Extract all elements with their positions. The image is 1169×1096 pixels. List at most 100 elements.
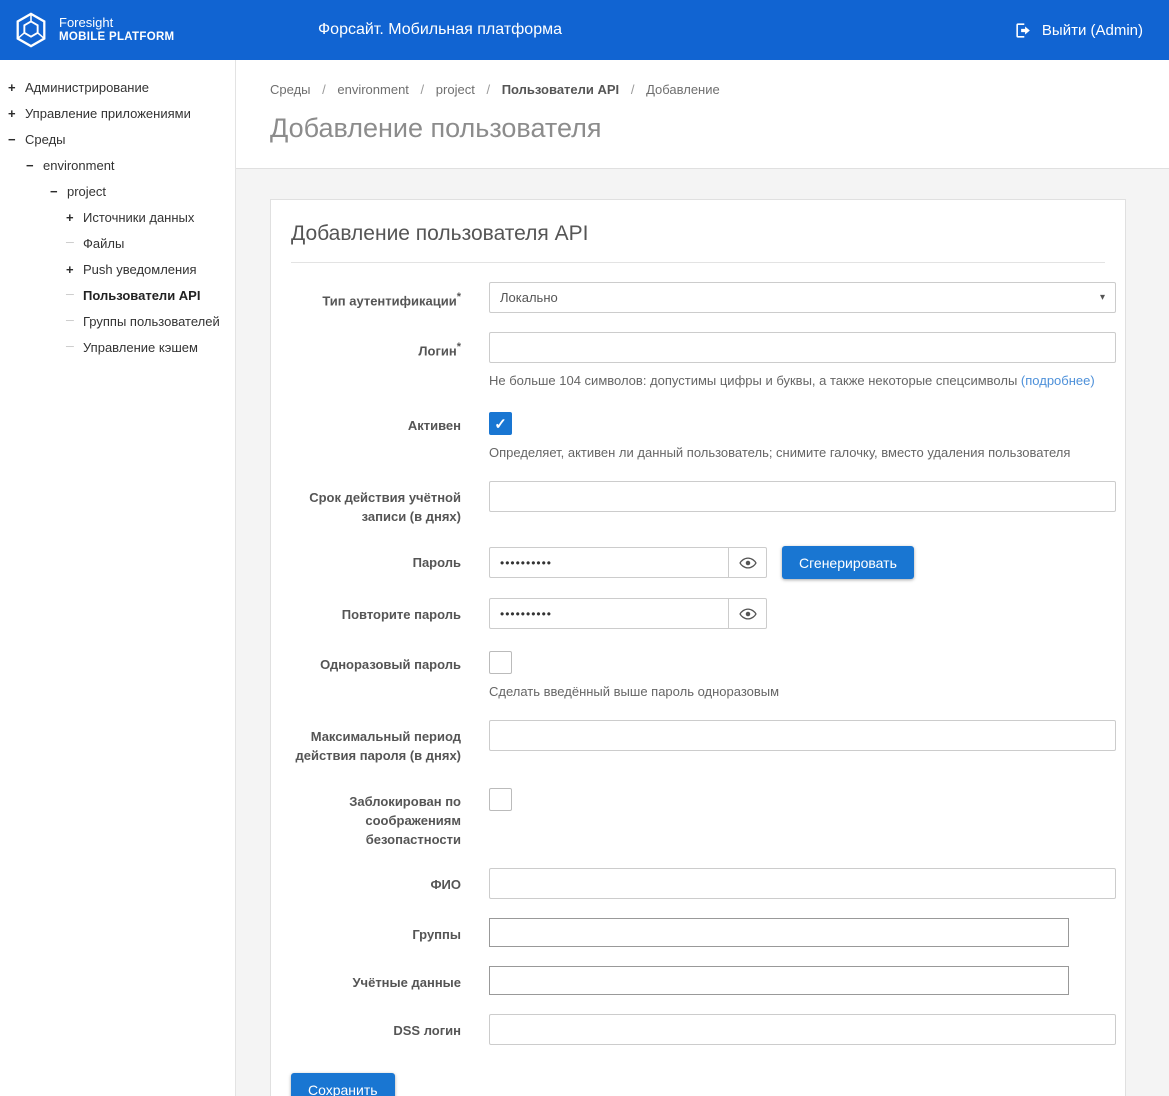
form-card: Добавление пользователя API Тип аутентиф… [270,199,1126,1096]
one-time-password-row: Одноразовый пароль Сделать введённый выш… [291,648,1105,701]
breadcrumb: Среды / environment / project / Пользова… [270,82,1169,97]
show-password-repeat-button[interactable] [728,598,767,629]
tree-dash-icon: ─ [66,289,83,301]
required-asterisk: * [457,291,461,303]
generate-password-button[interactable]: Сгенерировать [782,546,914,579]
tree-dash-icon: ─ [66,341,83,353]
details-link[interactable]: (подробнее) [1021,373,1095,388]
dss-login-label: DSS логин [291,1014,461,1045]
show-password-button[interactable] [728,547,767,578]
main-content: Среды / environment / project / Пользова… [236,60,1169,1096]
password-label: Пароль [291,546,461,579]
blocked-row: Заблокирован по соображениям безопастнос… [291,785,1105,850]
auth-type-label: Тип аутентификации* [291,282,461,313]
sidebar-item-cache-management[interactable]: ─ Управление кэшем [0,334,235,360]
sidebar-item-app-management[interactable]: + Управление приложениями [0,100,235,126]
logo: Foresight MOBILE PLATFORM [0,11,174,49]
collapse-minus-icon[interactable]: − [26,158,43,173]
save-row: Сохранить [291,1073,1105,1096]
eye-icon [739,605,757,623]
checkbox-check-icon: ✓ [494,415,507,433]
auth-type-selected-value: Локально [500,290,558,305]
breadcrumb-separator: / [486,82,490,97]
breadcrumb-separator: / [322,82,326,97]
groups-row: Группы [291,918,1105,947]
dss-login-input[interactable] [489,1014,1116,1045]
page-header: Среды / environment / project / Пользова… [236,60,1169,169]
fio-input[interactable] [489,868,1116,899]
one-time-password-label: Одноразовый пароль [291,648,461,701]
account-expiry-input[interactable] [489,481,1116,512]
one-time-password-checkbox[interactable] [489,651,512,674]
breadcrumb-item-project[interactable]: project [436,82,475,97]
max-password-period-row: Максимальный период действия пароля (в д… [291,720,1105,766]
active-help: Определяет, активен ли данный пользовате… [489,444,1105,462]
sidebar-item-files[interactable]: ─ Файлы [0,230,235,256]
login-input[interactable] [489,332,1116,363]
tree-dash-icon: ─ [66,237,83,249]
content-area: Добавление пользователя API Тип аутентиф… [236,169,1169,1096]
breadcrumb-separator: / [421,82,425,97]
breadcrumb-separator: / [631,82,635,97]
sidebar-item-administration[interactable]: + Администрирование [0,74,235,100]
logo-icon [12,11,50,49]
blocked-label: Заблокирован по соображениям безопастнос… [291,785,461,850]
breadcrumb-item-environments[interactable]: Среды [270,82,311,97]
credentials-row: Учётные данные [291,966,1105,995]
auth-type-row: Тип аутентификации* Локально ▾ [291,282,1105,313]
active-label: Активен [291,409,461,462]
password-repeat-label: Повторите пароль [291,598,461,629]
account-expiry-label: Срок действия учётной записи (в днях) [291,481,461,527]
expand-plus-icon[interactable]: + [8,106,25,121]
breadcrumb-item-api-users[interactable]: Пользователи API [502,82,619,97]
auth-type-select[interactable]: Локально ▾ [489,282,1116,313]
eye-icon [739,554,757,572]
sidebar: + Администрирование + Управление приложе… [0,60,236,1096]
logo-title: Foresight [59,15,174,31]
form-title: Добавление пользователя API [291,222,1105,263]
save-button[interactable]: Сохранить [291,1073,395,1096]
expand-plus-icon[interactable]: + [66,262,83,277]
required-asterisk: * [457,341,461,353]
sidebar-item-data-sources[interactable]: + Источники данных [0,204,235,230]
credentials-input[interactable] [489,966,1069,995]
tree-dash-icon: ─ [66,315,83,327]
groups-label: Группы [291,918,461,947]
active-checkbox[interactable]: ✓ [489,412,512,435]
sidebar-item-api-users[interactable]: ─ Пользователи API [0,282,235,308]
sidebar-item-environments[interactable]: − Среды [0,126,235,152]
collapse-minus-icon[interactable]: − [50,184,67,199]
groups-input[interactable] [489,918,1069,947]
dss-login-row: DSS логин [291,1014,1105,1045]
active-row: Активен ✓ Определяет, активен ли данный … [291,409,1105,462]
breadcrumb-item-current: Добавление [646,82,720,97]
password-repeat-row: Повторите пароль [291,598,1105,629]
breadcrumb-item-environment[interactable]: environment [337,82,409,97]
password-repeat-input[interactable] [489,598,729,629]
sidebar-item-user-groups[interactable]: ─ Группы пользователей [0,308,235,334]
app-title: Форсайт. Мобильная платформа [318,0,562,60]
logout-button[interactable]: Выйти (Admin) [1014,0,1143,60]
login-row: Логин* Не больше 104 символов: допустимы… [291,332,1105,390]
sidebar-item-push-notifications[interactable]: + Push уведомления [0,256,235,282]
login-label: Логин* [291,332,461,390]
logout-icon [1014,21,1033,40]
collapse-minus-icon[interactable]: − [8,132,25,147]
expand-plus-icon[interactable]: + [66,210,83,225]
fio-label: ФИО [291,868,461,899]
fio-row: ФИО [291,868,1105,899]
password-input[interactable] [489,547,729,578]
blocked-checkbox[interactable] [489,788,512,811]
login-help: Не больше 104 символов: допустимы цифры … [489,372,1116,390]
account-expiry-row: Срок действия учётной записи (в днях) [291,481,1105,527]
max-password-period-label: Максимальный период действия пароля (в д… [291,720,461,766]
password-row: Пароль [291,546,1105,579]
max-password-period-input[interactable] [489,720,1116,751]
credentials-label: Учётные данные [291,966,461,995]
sidebar-item-project[interactable]: − project [0,178,235,204]
logo-subtitle: MOBILE PLATFORM [59,31,174,45]
expand-plus-icon[interactable]: + [8,80,25,95]
page-title: Добавление пользователя [270,113,1169,144]
one-time-password-help: Сделать введённый выше пароль одноразовы… [489,683,1105,701]
sidebar-item-environment[interactable]: − environment [0,152,235,178]
